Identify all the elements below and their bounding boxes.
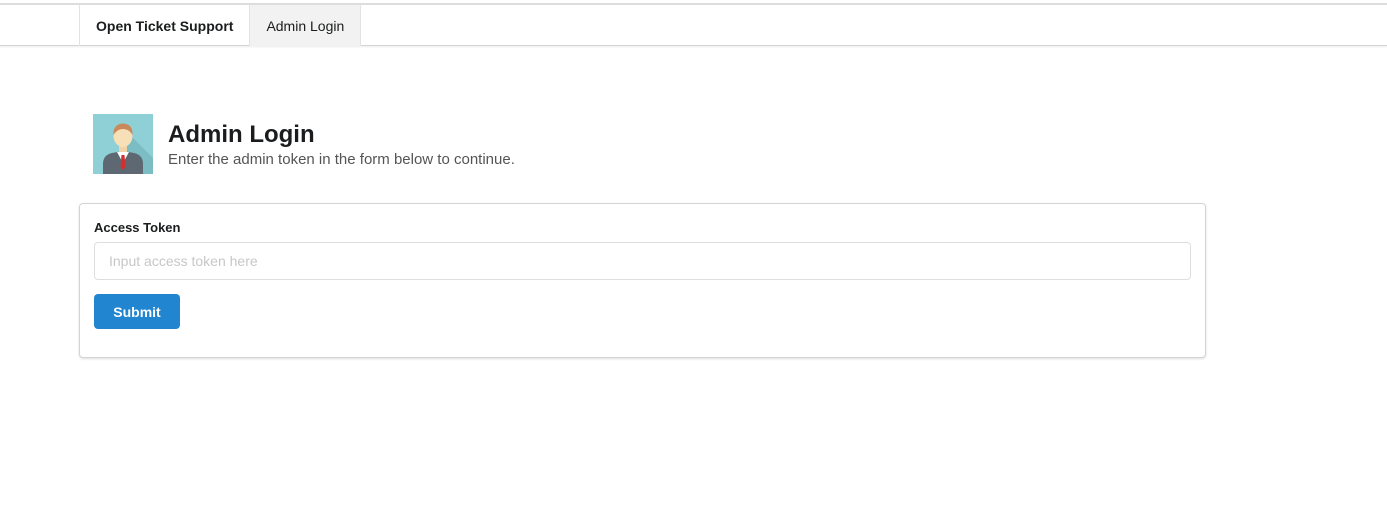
nav-menu: Open Ticket Support Admin Login [79, 5, 362, 46]
nav-brand-link[interactable]: Open Ticket Support [79, 5, 249, 46]
page-subtitle: Enter the admin token in the form below … [168, 150, 515, 168]
admin-avatar-icon [93, 114, 153, 174]
top-nav-bar: Open Ticket Support Admin Login [0, 3, 1387, 46]
avatar-illustration [93, 114, 153, 174]
page-header: Admin Login Enter the admin token in the… [93, 114, 515, 174]
header-text: Admin Login Enter the admin token in the… [168, 121, 515, 168]
submit-button[interactable]: Submit [94, 294, 180, 329]
page-title: Admin Login [168, 120, 315, 148]
access-token-label: Access Token [94, 220, 181, 235]
access-token-input[interactable] [94, 242, 1191, 280]
login-form-card: Access Token Submit [79, 203, 1206, 358]
nav-item-admin-login[interactable]: Admin Login [249, 5, 362, 46]
